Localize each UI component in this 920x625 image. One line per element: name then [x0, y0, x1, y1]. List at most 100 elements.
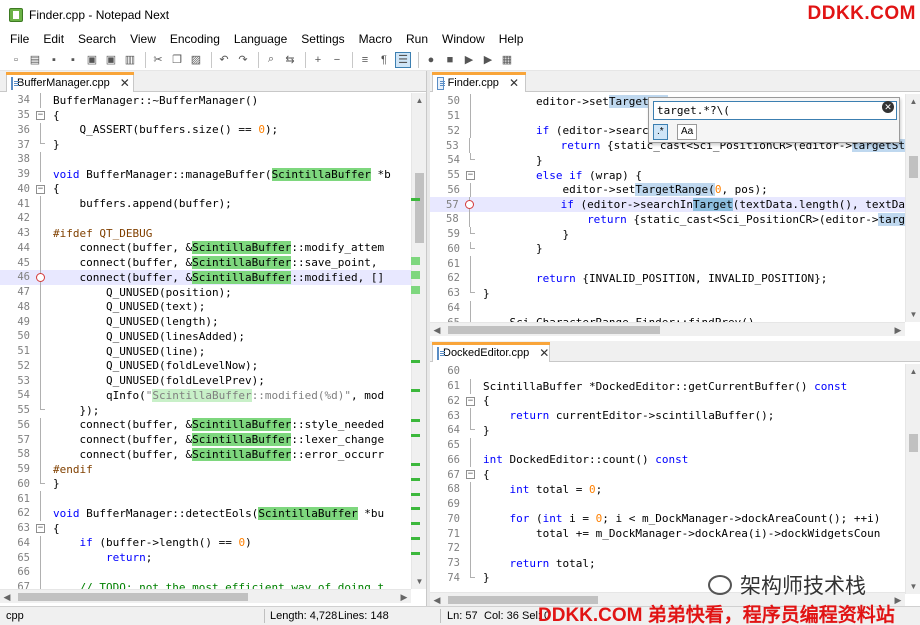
- code-line[interactable]: 45 connect(buffer, &ScintillaBuffer::sav…: [0, 255, 411, 270]
- paste-icon[interactable]: ▨: [188, 52, 204, 68]
- fold-collapse-icon[interactable]: −: [36, 184, 45, 194]
- fold-margin[interactable]: [34, 388, 48, 403]
- fold-margin[interactable]: [34, 358, 48, 374]
- fold-margin[interactable]: [34, 225, 48, 241]
- fold-margin[interactable]: [34, 314, 48, 329]
- play-multiple-icon[interactable]: ▶: [480, 52, 496, 68]
- fold-margin[interactable]: [464, 423, 478, 438]
- scroll-thumb[interactable]: [909, 156, 918, 178]
- fold-margin[interactable]: [34, 166, 48, 182]
- code-line[interactable]: 63 return currentEditor->scintillaBuffer…: [430, 408, 905, 423]
- code-line[interactable]: 71 total += m_DockManager->dockArea(i)->…: [430, 526, 905, 541]
- fold-margin[interactable]: [464, 452, 478, 468]
- fold-margin[interactable]: [34, 491, 48, 506]
- code-line[interactable]: 66 int DockedEditor::count() const: [430, 452, 905, 468]
- scroll-up-icon[interactable]: ▲: [906, 364, 920, 379]
- fold-margin[interactable]: [34, 343, 48, 359]
- code-line[interactable]: 43 #ifdef QT_DEBUG: [0, 225, 411, 241]
- fold-margin[interactable]: [464, 511, 478, 527]
- scroll-left-icon[interactable]: ◀: [0, 590, 14, 604]
- fold-margin[interactable]: [464, 408, 478, 423]
- fold-collapse-icon[interactable]: −: [36, 523, 45, 533]
- right-top-horizontal-scrollbar[interactable]: ◀ ▶: [430, 322, 905, 336]
- fold-margin[interactable]: [34, 93, 48, 108]
- menu-view[interactable]: View: [123, 32, 163, 46]
- play-macro-icon[interactable]: ▶: [461, 52, 477, 68]
- save-all-icon[interactable]: ▪: [65, 52, 81, 68]
- fold-margin[interactable]: [464, 226, 478, 242]
- fold-margin[interactable]: [34, 284, 48, 300]
- undo-icon[interactable]: ↶: [216, 52, 232, 68]
- fold-collapse-icon[interactable]: −: [466, 170, 475, 180]
- code-line[interactable]: 56 connect(buffer, &ScintillaBuffer::sty…: [0, 417, 411, 433]
- code-line[interactable]: 47 Q_UNUSED(position);: [0, 284, 411, 300]
- clear-search-icon[interactable]: ✕: [882, 101, 894, 113]
- open-file-icon[interactable]: ▤: [27, 52, 43, 68]
- close-all-icon[interactable]: ▣: [103, 52, 119, 68]
- fold-margin[interactable]: [34, 152, 48, 167]
- code-line[interactable]: 37}: [0, 137, 411, 152]
- fold-margin[interactable]: [464, 378, 478, 394]
- code-line[interactable]: 55 });: [0, 402, 411, 418]
- code-line[interactable]: 61: [0, 491, 411, 506]
- code-line[interactable]: 36 Q_ASSERT(buffers.size() == 0);: [0, 122, 411, 138]
- code-line[interactable]: 63}: [430, 285, 905, 301]
- code-line[interactable]: 44 connect(buffer, &ScintillaBuffer::mod…: [0, 240, 411, 256]
- fold-margin[interactable]: [34, 565, 48, 580]
- right-top-vertical-scrollbar[interactable]: ▲ ▼: [905, 94, 920, 322]
- tab-buffermanager[interactable]: BufferManager.cpp ✕: [6, 72, 134, 92]
- fold-margin[interactable]: [463, 212, 476, 227]
- code-line[interactable]: 56 editor->setTargetRange(0, pos);: [430, 182, 905, 198]
- show-symbols-icon[interactable]: ¶: [376, 52, 392, 68]
- fold-margin[interactable]: [464, 555, 478, 571]
- fold-margin[interactable]: [463, 197, 476, 212]
- code-line[interactable]: 51 Q_UNUSED(line);: [0, 343, 411, 359]
- status-language[interactable]: cpp: [6, 610, 24, 622]
- fold-margin[interactable]: −: [34, 108, 48, 123]
- hscroll-thumb[interactable]: [18, 593, 248, 601]
- code-line[interactable]: 60 }: [430, 241, 905, 257]
- fold-margin[interactable]: [464, 256, 478, 271]
- code-line[interactable]: 58 return {static_cast<Sci_PositionCR>(e…: [430, 212, 905, 227]
- code-line[interactable]: 70 for (int i = 0; i < m_DockManager->do…: [430, 511, 905, 527]
- fold-margin[interactable]: [34, 476, 48, 492]
- stop-macro-icon[interactable]: ■: [442, 52, 458, 68]
- fold-margin[interactable]: [34, 240, 48, 256]
- fold-margin[interactable]: [34, 550, 48, 565]
- code-line[interactable]: 41 buffers.append(buffer);: [0, 196, 411, 211]
- fold-margin[interactable]: [464, 271, 478, 286]
- redo-icon[interactable]: ↷: [235, 52, 251, 68]
- code-line[interactable]: 54 qInfo("ScintillaBuffer::modified(%d)"…: [0, 388, 411, 403]
- code-line[interactable]: 73 return total;: [430, 555, 905, 571]
- code-line[interactable]: 60: [430, 364, 905, 379]
- code-line[interactable]: 64 if (buffer->length() == 0): [0, 535, 411, 551]
- fold-margin[interactable]: [464, 496, 478, 512]
- find-input[interactable]: target.*?\(: [653, 101, 897, 120]
- code-line[interactable]: 57 connect(buffer, &ScintillaBuffer::lex…: [0, 432, 411, 447]
- fold-margin[interactable]: [34, 447, 48, 462]
- code-line[interactable]: 61: [430, 256, 905, 271]
- fold-margin[interactable]: [34, 270, 48, 285]
- scroll-left-icon[interactable]: ◀: [430, 323, 444, 337]
- menu-help[interactable]: Help: [492, 32, 531, 46]
- code-line[interactable]: 46 connect(buffer, &ScintillaBuffer::mod…: [0, 270, 411, 285]
- tab-dockededitor[interactable]: DockedEditor.cpp ✕: [432, 342, 550, 362]
- fold-margin[interactable]: [464, 526, 478, 541]
- scroll-down-icon[interactable]: ▼: [906, 307, 920, 322]
- menu-search[interactable]: Search: [71, 32, 123, 46]
- fold-margin[interactable]: −: [464, 467, 478, 482]
- scroll-up-icon[interactable]: ▲: [906, 94, 920, 109]
- breakpoint-icon[interactable]: [464, 200, 474, 210]
- left-editor[interactable]: 34 BufferManager::~BufferManager() 35−{36 …: [0, 93, 411, 595]
- fold-margin[interactable]: [464, 108, 478, 124]
- scroll-left-icon[interactable]: ◀: [430, 593, 444, 606]
- code-line[interactable]: 62−{: [430, 394, 905, 409]
- fold-margin[interactable]: [34, 137, 48, 152]
- fold-margin[interactable]: [34, 432, 48, 447]
- code-line[interactable]: 58 connect(buffer, &ScintillaBuffer::err…: [0, 447, 411, 462]
- right-bottom-editor[interactable]: 60 61 ScintillaBuffer *DockedEditor::getCu…: [430, 364, 905, 594]
- code-line[interactable]: 39 void BufferManager::manageBuffer(Scint…: [0, 166, 411, 182]
- fold-margin[interactable]: [463, 138, 476, 153]
- fold-collapse-icon[interactable]: −: [466, 470, 475, 480]
- code-line[interactable]: 57 if (editor->searchInTarget(textData.l…: [430, 197, 905, 212]
